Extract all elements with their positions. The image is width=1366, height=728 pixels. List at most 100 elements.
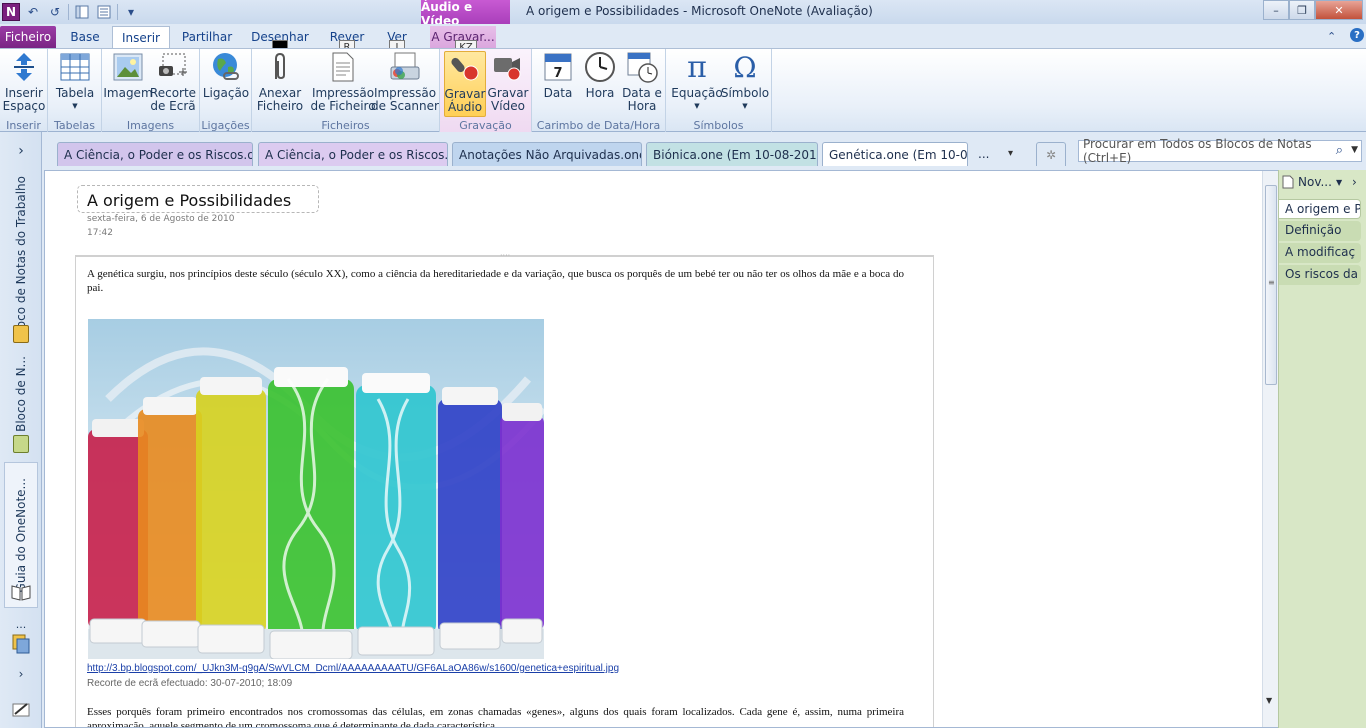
tab-ficheiro[interactable]: Ficheiro: [0, 26, 56, 48]
dock-to-desktop-icon[interactable]: [73, 3, 91, 21]
record-audio-button[interactable]: Gravar Áudio: [444, 51, 486, 117]
qat-separator: [68, 4, 69, 20]
group-label-gravacao: Gravação: [459, 119, 512, 132]
maximize-button[interactable]: ❐: [1289, 0, 1315, 20]
section-tab-1[interactable]: A Ciência, o Poder e os Riscos.on...: [57, 142, 253, 166]
screen-clipping-label-2: de Ecrã: [150, 99, 196, 113]
note-container-handle[interactable]: ····: [500, 251, 510, 260]
group-ficheiros: Anexar Ficheiro Impressão de Ficheiro Im…: [252, 49, 440, 133]
record-audio-label-2: Áudio: [447, 100, 483, 114]
date-button[interactable]: 7 Data: [538, 51, 578, 100]
chevron-down-icon: ▼: [72, 102, 78, 110]
window-title: A origem e Possibilidades - Microsoft On…: [526, 4, 873, 18]
picture-button[interactable]: Imagem: [103, 51, 153, 100]
date-and-time-button[interactable]: Data e Hora: [622, 51, 662, 113]
link-button[interactable]: Ligação: [203, 51, 249, 100]
symbol-button[interactable]: Ω Símbolo ▼: [721, 51, 769, 113]
globe-link-icon: [210, 51, 242, 83]
insert-space-button[interactable]: Inserir Espaço: [3, 51, 45, 113]
page-title[interactable]: A origem e Possibilidades: [77, 185, 319, 213]
file-printout-button[interactable]: Impressão de Ficheiro: [310, 51, 376, 113]
new-page-dropdown-icon[interactable]: ▼: [1336, 178, 1342, 187]
collapse-nav-icon[interactable]: ›: [8, 666, 34, 682]
group-imagens: Imagem Recorte de Ecrã Imagens: [102, 49, 200, 133]
new-page-button[interactable]: Nov... ▼: [1282, 175, 1342, 189]
paragraph-genes[interactable]: Esses porquês foram primeiro encontrados…: [87, 705, 904, 727]
full-page-view-icon[interactable]: [95, 3, 113, 21]
scroll-down-icon[interactable]: ▼: [1266, 696, 1272, 705]
image-source-link[interactable]: http://3.bp.blogspot.com/_UJkn3M-q9gA/Sw…: [87, 663, 619, 674]
quick-access-toolbar: N ↶ ↺ ▾: [0, 0, 140, 24]
picture-label: Imagem: [103, 86, 153, 100]
ribbon: Inserir Espaço Inserir Tabela ▼ Tabelas …: [0, 48, 1366, 133]
table-button[interactable]: Tabela ▼: [56, 51, 94, 113]
back-icon[interactable]: ↶: [24, 3, 42, 21]
scanner-printout-button[interactable]: Impressão de Scanner: [371, 51, 439, 113]
search-input[interactable]: Procurar em Todos os Blocos de Notas (Ct…: [1078, 137, 1362, 165]
notebook-item-trabalho[interactable]: Bloco de Notas do Trabalho: [8, 168, 34, 348]
section-tab-5[interactable]: Genética.one (Em 10-0...: [822, 142, 968, 166]
page-tab-1[interactable]: A origem e P: [1279, 199, 1361, 219]
minimize-button[interactable]: –: [1263, 0, 1289, 20]
page-tab-4[interactable]: Os riscos da: [1279, 265, 1361, 285]
page-tab-3[interactable]: A modificaç: [1279, 243, 1361, 263]
group-inserir: Inserir Espaço Inserir: [0, 49, 48, 133]
paragraph-intro[interactable]: A genética surgiu, nos princípios deste …: [87, 267, 904, 295]
pen-icon[interactable]: [8, 698, 34, 720]
microphone-record-icon: [449, 52, 481, 84]
section-tab-more[interactable]: ...: [972, 142, 1028, 166]
tab-inserir[interactable]: Inserir: [112, 26, 170, 48]
date-label: Data: [543, 86, 573, 100]
help-icon[interactable]: ?: [1350, 28, 1364, 42]
date-and-time-label-2: Hora: [627, 99, 657, 113]
insert-space-icon: [8, 51, 40, 83]
close-button[interactable]: ✕: [1315, 0, 1363, 20]
new-section-tab[interactable]: ✲: [1036, 142, 1066, 166]
genetics-test-tubes-image[interactable]: [88, 319, 544, 659]
time-button[interactable]: Hora: [580, 51, 620, 100]
calendar-icon: 7: [542, 51, 574, 83]
unfiled-notes-icon[interactable]: [8, 632, 34, 656]
section-tab-2[interactable]: A Ciência, o Poder e os Riscos.o...: [258, 142, 448, 166]
page-canvas[interactable]: A origem e Possibilidades sexta-feira, 6…: [44, 170, 1278, 728]
page-tab-2[interactable]: Definição: [1279, 221, 1361, 241]
page-scrollbar[interactable]: ≡ ▼: [1262, 171, 1278, 727]
section-tabs-overflow-icon[interactable]: ▾: [1008, 148, 1013, 159]
cyan-tube: [356, 373, 436, 635]
group-label-simbolos: Símbolos: [693, 119, 744, 132]
customize-qat-icon[interactable]: ▾: [122, 3, 140, 21]
open-book-icon: [8, 582, 34, 602]
group-label-imagens: Imagens: [126, 119, 175, 132]
tab-partilhar[interactable]: Partilhar: [178, 26, 236, 48]
note-container[interactable]: ···· A genética surgiu, nos princípios d…: [75, 251, 934, 727]
more-notebooks-icon[interactable]: ...: [8, 618, 34, 631]
notebook-item-2[interactable]: Bloco de N...: [8, 356, 34, 432]
equation-button[interactable]: π Equação ▼: [671, 51, 722, 113]
attach-file-button[interactable]: Anexar Ficheiro: [256, 51, 304, 113]
undo-icon[interactable]: ↺: [46, 3, 64, 21]
screen-clipping-button[interactable]: Recorte de Ecrã: [150, 51, 196, 113]
notebook-navigation-pane: › Bloco de Notas do Trabalho Bloco de N.…: [0, 132, 42, 728]
tab-base[interactable]: Base: [62, 26, 108, 48]
search-icon[interactable]: ⌕: [1336, 143, 1343, 158]
table-label: Tabela: [55, 86, 95, 100]
section-tab-4[interactable]: Biónica.one (Em 10-08-2010): [646, 142, 818, 166]
purple-tube: [500, 403, 544, 631]
section-tab-3[interactable]: Anotações Não Arquivadas.one ...: [452, 142, 642, 166]
onenote-app-icon[interactable]: N: [2, 3, 20, 21]
collapse-page-tabs-icon[interactable]: ›: [1352, 175, 1357, 189]
scanner-printout-label-2: de Scanner: [371, 99, 439, 113]
group-carimbo-data-hora: 7 Data Hora Data e Hora Carimbo de Data/…: [532, 49, 666, 133]
record-video-button[interactable]: Gravar Vídeo: [488, 51, 529, 113]
notebook-icon: [8, 324, 34, 344]
ribbon-collapse-icon[interactable]: ⌃: [1327, 30, 1336, 43]
scrollbar-thumb[interactable]: ≡: [1265, 185, 1277, 385]
chevron-down-icon: ▼: [742, 102, 748, 110]
search-scope-dropdown[interactable]: ▼: [1351, 145, 1358, 155]
group-gravacao: Gravar Áudio Gravar Vídeo Gravação: [440, 49, 532, 133]
expand-nav-icon[interactable]: ›: [8, 142, 34, 160]
group-tabelas: Tabela ▼ Tabelas: [48, 49, 102, 133]
paperclip-icon: [264, 51, 296, 83]
calendar-clock-icon: [626, 51, 658, 83]
notebook-label: Bloco de Notas do Trabalho: [14, 176, 28, 340]
